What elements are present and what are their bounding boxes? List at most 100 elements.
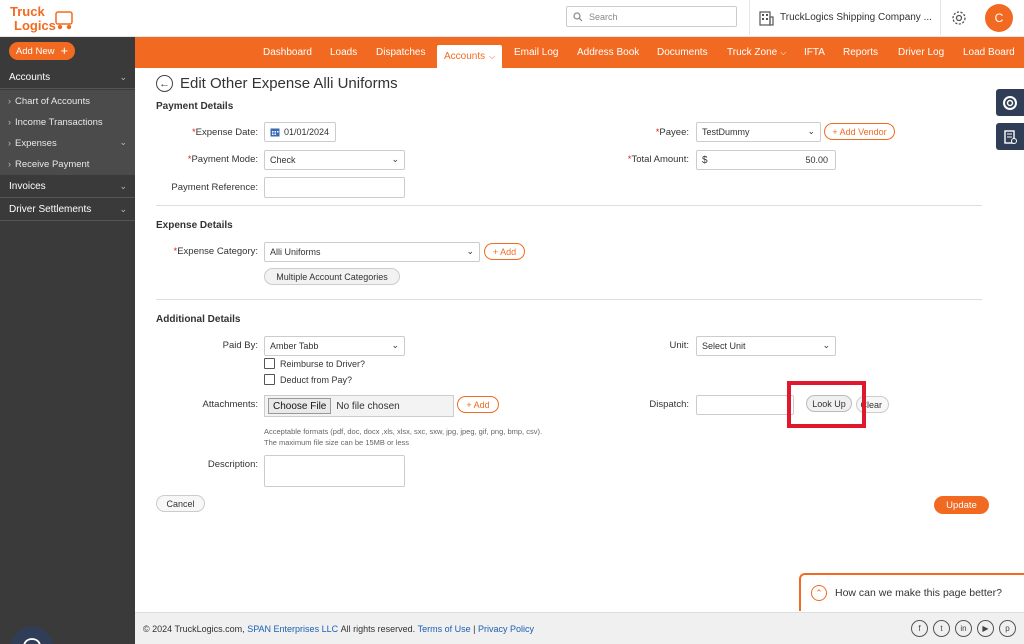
description-label: Description:	[207, 459, 258, 470]
linkedin-icon[interactable]: in	[955, 620, 972, 637]
chevron-right-icon: ›	[8, 159, 11, 169]
reimburse-checkbox[interactable]	[264, 358, 275, 369]
currency-symbol: $	[702, 154, 708, 166]
add-vendor-label: Add Vendor	[839, 126, 887, 137]
chat-icon	[23, 638, 41, 644]
nav-load-board[interactable]: Load Board	[963, 37, 1015, 68]
divider	[156, 299, 982, 300]
sidebar-item-label: Income Transactions	[15, 116, 103, 128]
nav-loads[interactable]: Loads	[330, 37, 357, 68]
look-up-highlight-box	[787, 381, 866, 428]
chevron-right-icon: ›	[8, 96, 11, 106]
twitter-icon[interactable]: t	[933, 620, 950, 637]
paid-by-select[interactable]: Amber Tabb ⌄	[264, 336, 405, 356]
add-attachment-button[interactable]: + Add	[457, 396, 499, 413]
add-vendor-button[interactable]: + Add Vendor	[824, 123, 895, 140]
payment-mode-label: *Payment Mode:	[187, 154, 258, 165]
payment-mode-select[interactable]: Check ⌄	[264, 150, 405, 170]
nav-truck-zone[interactable]: Truck Zone ⌵	[727, 37, 786, 68]
sidebar-item-chart-of-accounts[interactable]: › Chart of Accounts	[0, 90, 135, 112]
trucklogics-logo[interactable]: Truck Logics	[8, 4, 78, 34]
page-header: ← Edit Other Expense Alli Uniforms	[156, 75, 398, 92]
nav-driver-log[interactable]: Driver Log	[898, 37, 944, 68]
settings-button[interactable]	[940, 0, 976, 35]
chevron-down-icon: ⌄	[822, 340, 830, 350]
chevron-down-icon: ⌵	[489, 51, 496, 61]
payment-reference-label: Payment Reference:	[171, 182, 258, 193]
pinterest-icon[interactable]: p	[999, 620, 1016, 637]
sidebar-item-expenses[interactable]: › Expenses ⌄	[0, 132, 135, 154]
nav-truck-zone-label: Truck Zone	[727, 47, 778, 58]
reimburse-label: Reimburse to Driver?	[280, 358, 366, 369]
search-input[interactable]: Search	[566, 6, 737, 27]
span-enterprises-link[interactable]: SPAN Enterprises LLC	[247, 624, 338, 634]
nav-reports[interactable]: Reports	[843, 37, 878, 68]
report-tool-button[interactable]	[996, 123, 1024, 150]
chevron-right-icon: ›	[8, 138, 11, 148]
description-textarea[interactable]	[264, 455, 405, 487]
add-category-button[interactable]: + Add	[484, 243, 525, 260]
total-amount-input[interactable]: $ 50.00	[696, 150, 836, 170]
expense-category-label: *Expense Category:	[173, 246, 259, 257]
sidebar-item-label: Accounts	[9, 72, 51, 83]
unit-label: Unit:	[669, 340, 689, 351]
calendar-icon	[270, 128, 280, 137]
multiple-account-categories-button[interactable]: Multiple Account Categories	[264, 268, 400, 285]
facebook-icon[interactable]: f	[911, 620, 928, 637]
document-icon	[1004, 129, 1017, 144]
update-button[interactable]: Update	[934, 496, 989, 514]
file-input: Choose File No file chosen	[264, 395, 454, 417]
nav-email-log[interactable]: Email Log	[514, 37, 558, 68]
feedback-widget[interactable]: ⌃ How can we make this page better?	[799, 573, 1024, 611]
size-hint: The maximum file size can be 15MB or les…	[264, 438, 410, 447]
choose-file-button[interactable]: Choose File	[268, 398, 332, 414]
total-amount-label: *Total Amount:	[627, 154, 689, 165]
privacy-policy-link[interactable]: Privacy Policy	[478, 624, 534, 634]
chevron-down-icon: ⌄	[119, 137, 127, 147]
copyright-text: © 2024 TruckLogics.com,	[143, 623, 245, 634]
dispatch-input[interactable]	[696, 395, 794, 415]
nav-dispatches[interactable]: Dispatches	[376, 37, 425, 68]
payee-select[interactable]: TestDummy ⌄	[696, 122, 821, 142]
add-new-button[interactable]: Add New +	[9, 42, 75, 60]
cancel-button[interactable]: Cancel	[156, 495, 205, 512]
sidebar-item-income-transactions[interactable]: › Income Transactions	[0, 111, 135, 133]
deduct-checkbox[interactable]	[264, 374, 275, 385]
nav-address-book[interactable]: Address Book	[577, 37, 639, 68]
search-icon	[573, 11, 583, 21]
expense-category-select[interactable]: Alli Uniforms ⌄	[264, 242, 480, 262]
expense-date-field[interactable]: 01/01/2024	[264, 122, 336, 142]
chevron-down-icon: ⌄	[807, 126, 815, 136]
expense-details-heading: Expense Details	[156, 220, 233, 231]
sidebar-item-receive-payment[interactable]: › Receive Payment	[0, 153, 135, 175]
nav-dashboard[interactable]: Dashboard	[263, 37, 312, 68]
youtube-icon[interactable]: ▶	[977, 620, 994, 637]
plus-icon: +	[60, 43, 69, 58]
back-arrow-icon[interactable]: ←	[156, 75, 173, 92]
nav-accounts[interactable]: Accounts ⌵	[437, 45, 503, 68]
sidebar-item-accounts[interactable]: Accounts ⌄	[0, 67, 135, 89]
chat-button[interactable]	[11, 626, 53, 644]
paid-by-label: Paid By:	[222, 340, 258, 351]
sidebar-item-driver-settlements[interactable]: Driver Settlements ⌄	[0, 199, 135, 221]
divider	[156, 205, 982, 206]
nav-accounts-label: Accounts	[444, 51, 486, 62]
add-new-label: Add New	[15, 45, 55, 57]
company-selector[interactable]: TruckLogics Shipping Company ...	[749, 0, 932, 35]
expense-date-label: *Expense Date:	[191, 127, 258, 138]
attachments-label: Attachments:	[202, 399, 258, 410]
svg-text:Logics: Logics	[14, 18, 56, 33]
sidebar: Add New + Accounts ⌄ › Chart of Accounts…	[0, 37, 135, 644]
payment-reference-input[interactable]	[264, 177, 405, 198]
terms-of-use-link[interactable]: Terms of Use	[418, 624, 471, 634]
help-tool-button[interactable]	[996, 89, 1024, 116]
user-avatar[interactable]: C	[985, 4, 1013, 32]
formats-hint: Acceptable formats (pdf, doc, docx ,xls,…	[264, 427, 543, 436]
unit-select[interactable]: Select Unit ⌄	[696, 336, 836, 356]
sidebar-item-invoices[interactable]: Invoices ⌄	[0, 176, 135, 198]
reimburse-to-driver-option: Reimburse to Driver?	[264, 358, 365, 369]
sidebar-item-label: Invoices	[9, 181, 46, 192]
nav-ifta[interactable]: IFTA	[804, 37, 825, 68]
add-attachment-label: Add	[473, 399, 490, 410]
nav-documents[interactable]: Documents	[657, 37, 708, 68]
